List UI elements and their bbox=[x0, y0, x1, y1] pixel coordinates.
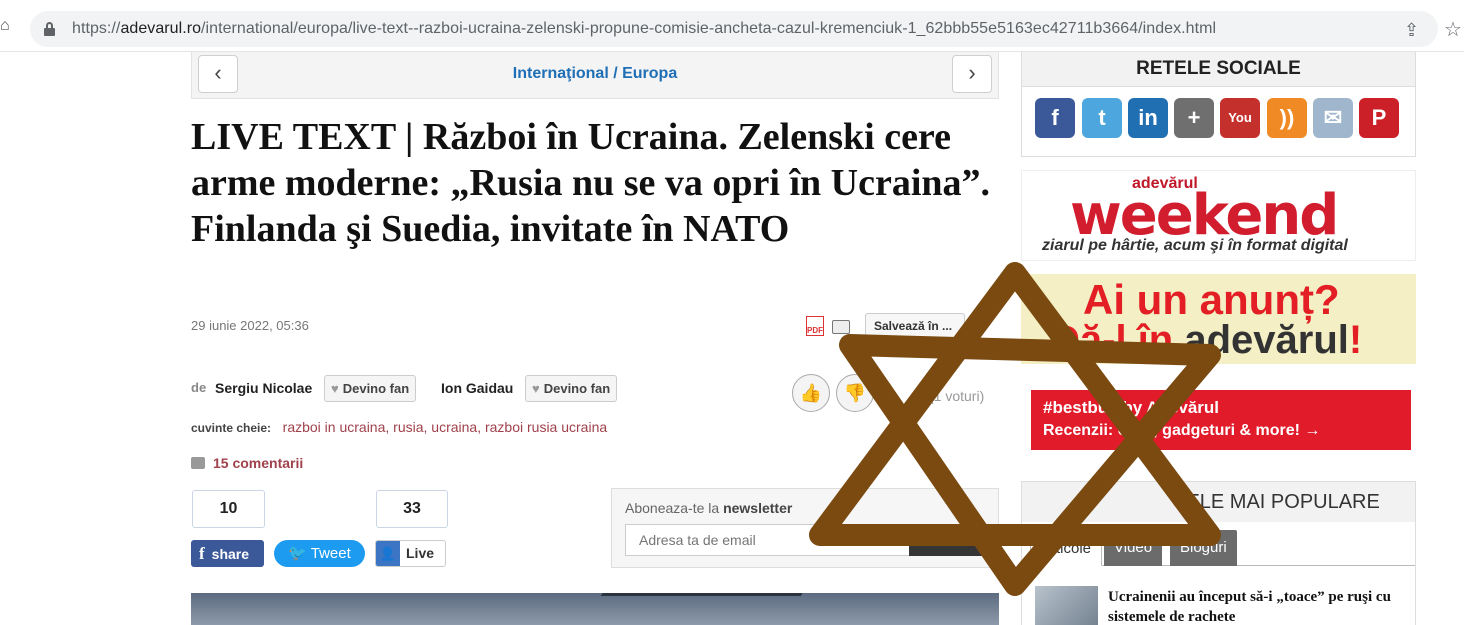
comments-link[interactable]: 15 comentarii bbox=[191, 455, 303, 471]
email-icon[interactable]: ✉ bbox=[1313, 98, 1353, 138]
breadcrumb-bar: ‹ Internaţional / Europa › bbox=[191, 52, 999, 99]
weekend-ad-banner[interactable]: adevărul weekend ziarul pe hârtie, acum … bbox=[1021, 170, 1416, 261]
facebook-share-count: 10 bbox=[192, 490, 265, 528]
facebook-share-button[interactable]: f share bbox=[191, 540, 264, 567]
author-name[interactable]: Ion Gaidau bbox=[441, 380, 513, 396]
url-field[interactable]: https://adevarul.ro/international/europa… bbox=[30, 11, 1438, 47]
live-button[interactable]: 👤 Live bbox=[375, 540, 446, 567]
tweet-button[interactable]: 🐦 Tweet bbox=[274, 540, 365, 567]
rss-icon[interactable]: )) bbox=[1267, 98, 1307, 138]
home-icon[interactable]: ⌂ bbox=[0, 18, 12, 34]
popular-tabs: Articole Video Bloguri bbox=[1022, 530, 1415, 566]
comment-icon bbox=[191, 457, 205, 469]
thumbs-up-button[interactable]: 👍 bbox=[792, 374, 830, 412]
votes-count: (1 voturi) bbox=[929, 388, 985, 404]
facebook-icon: f bbox=[199, 544, 205, 563]
live-count: 33 bbox=[376, 490, 448, 528]
tab-articole[interactable]: Articole bbox=[1030, 530, 1103, 566]
next-article-button[interactable]: › bbox=[952, 55, 992, 93]
ad-headline: Ai un anunț? bbox=[1083, 276, 1340, 323]
tab-video[interactable]: Video bbox=[1104, 530, 1163, 566]
print-icon[interactable] bbox=[832, 320, 850, 334]
heart-icon: ♥ bbox=[532, 381, 540, 396]
keywords-label: cuvinte cheie: bbox=[191, 421, 272, 435]
bestbuy-ad-banner[interactable]: #bestbuy by Adevărul Recenzii: case, gad… bbox=[1021, 376, 1416, 464]
ad-subline: Dă-l în adevărul! bbox=[1051, 318, 1363, 362]
linkedin-icon[interactable]: in bbox=[1128, 98, 1168, 138]
follow-author-button[interactable]: ♥ Devino fan bbox=[525, 375, 618, 402]
ad-tagline: ziarul pe hârtie, acum şi în format digi… bbox=[1042, 237, 1348, 254]
classifieds-ad-banner[interactable]: Ai un anunț? Dă-l în adevărul! bbox=[1021, 274, 1416, 364]
most-popular-title: CELE MAI POPULARE bbox=[1022, 482, 1415, 522]
share-page-icon[interactable]: ⇪ bbox=[1404, 20, 1424, 40]
lock-icon[interactable] bbox=[44, 22, 55, 36]
keywords-links[interactable]: razboi in ucraina, rusia, ucraina, razbo… bbox=[283, 419, 608, 435]
popular-item-title[interactable]: Ucrainenii au început să-i „toace” pe ru… bbox=[1108, 587, 1408, 625]
heart-icon: ♥ bbox=[331, 381, 339, 396]
twitter-icon[interactable]: t bbox=[1082, 98, 1122, 138]
newsletter-box: Aboneaza-te la newsletter Aboneaza bbox=[611, 488, 999, 568]
article-headline: LIVE TEXT | Război în Ucraina. Zelenski … bbox=[191, 116, 991, 250]
thumbs-down-button[interactable]: 👎 bbox=[836, 374, 874, 412]
save-to-button[interactable]: Salvează în ... bbox=[865, 313, 965, 339]
follow-author-button[interactable]: ♥ Devino fan bbox=[324, 375, 417, 402]
breadcrumb[interactable]: Internaţional / Europa bbox=[192, 65, 998, 83]
newsletter-email-input[interactable] bbox=[625, 524, 910, 556]
pinterest-icon[interactable]: P bbox=[1359, 98, 1399, 138]
facebook-icon[interactable]: f bbox=[1035, 98, 1075, 138]
google-plus-icon[interactable]: + bbox=[1174, 98, 1214, 138]
browser-address-bar: ⌂ https://adevarul.ro/international/euro… bbox=[0, 0, 1464, 52]
ad-subline: Recenzii: case, gadgeturi & more! → bbox=[1043, 422, 1321, 439]
social-networks-title: RETELE SOCIALE bbox=[1022, 52, 1415, 87]
keywords: cuvinte cheie: razboi in ucraina, rusia,… bbox=[191, 419, 607, 435]
subscribe-button[interactable]: Aboneaza bbox=[909, 524, 989, 556]
article-date: 29 iunie 2022, 05:36 bbox=[191, 318, 309, 333]
social-networks-panel: RETELE SOCIALE f t in + You )) ✉ P bbox=[1021, 52, 1416, 157]
person-icon: 👤 bbox=[376, 541, 400, 566]
newsletter-title: Aboneaza-te la newsletter bbox=[625, 500, 793, 516]
popular-item-thumbnail[interactable] bbox=[1035, 586, 1098, 625]
ad-headline: #bestbuy by Adevărul bbox=[1043, 398, 1220, 417]
author-name[interactable]: Sergiu Nicolae bbox=[215, 380, 312, 396]
bookmark-star-icon[interactable]: ☆ bbox=[1444, 17, 1462, 42]
youtube-icon[interactable]: You bbox=[1220, 98, 1260, 138]
article-hero-image bbox=[191, 593, 999, 625]
tab-bloguri[interactable]: Bloguri bbox=[1170, 530, 1237, 566]
by-label: de bbox=[191, 380, 207, 395]
most-popular-panel: CELE MAI POPULARE Articole Video Bloguri… bbox=[1021, 481, 1416, 625]
url-text[interactable]: https://adevarul.ro/international/europa… bbox=[72, 20, 1216, 38]
pdf-icon[interactable]: PDF bbox=[806, 316, 824, 336]
